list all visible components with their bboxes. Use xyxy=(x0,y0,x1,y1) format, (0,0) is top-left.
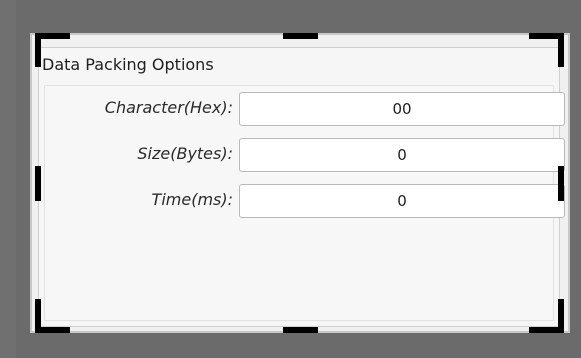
field-row-character: Character(Hex): xyxy=(45,92,565,126)
resize-handle-top-left-vertical-icon[interactable] xyxy=(35,33,41,67)
fields-panel: Character(Hex): Size(Bytes): Time(ms): xyxy=(44,85,565,321)
time-ms-input[interactable] xyxy=(239,184,565,218)
widget-selection-frame[interactable]: Data Packing Options Character(Hex): Siz… xyxy=(30,33,570,333)
resize-handle-bottom-right-vertical-icon[interactable] xyxy=(558,299,564,333)
resize-handle-right-middle-icon[interactable] xyxy=(558,166,564,201)
resize-handle-left-middle-icon[interactable] xyxy=(35,166,41,201)
groupbox-title: Data Packing Options xyxy=(42,55,214,74)
size-bytes-label: Size(Bytes): xyxy=(137,144,233,163)
character-hex-input[interactable] xyxy=(239,92,565,126)
resize-handle-bottom-left-vertical-icon[interactable] xyxy=(35,299,41,333)
resize-handle-bottom-middle-icon[interactable] xyxy=(283,327,318,333)
field-row-time: Time(ms): xyxy=(45,184,565,218)
resize-handle-top-middle-icon[interactable] xyxy=(283,33,318,39)
canvas-background-strip xyxy=(0,0,16,358)
resize-handle-top-right-vertical-icon[interactable] xyxy=(558,33,564,67)
time-ms-label: Time(ms): xyxy=(151,190,233,209)
field-row-size: Size(Bytes): xyxy=(45,138,565,172)
designer-canvas: Data Packing Options Character(Hex): Siz… xyxy=(0,0,581,358)
size-bytes-input[interactable] xyxy=(239,138,565,172)
character-hex-label: Character(Hex): xyxy=(104,98,233,117)
